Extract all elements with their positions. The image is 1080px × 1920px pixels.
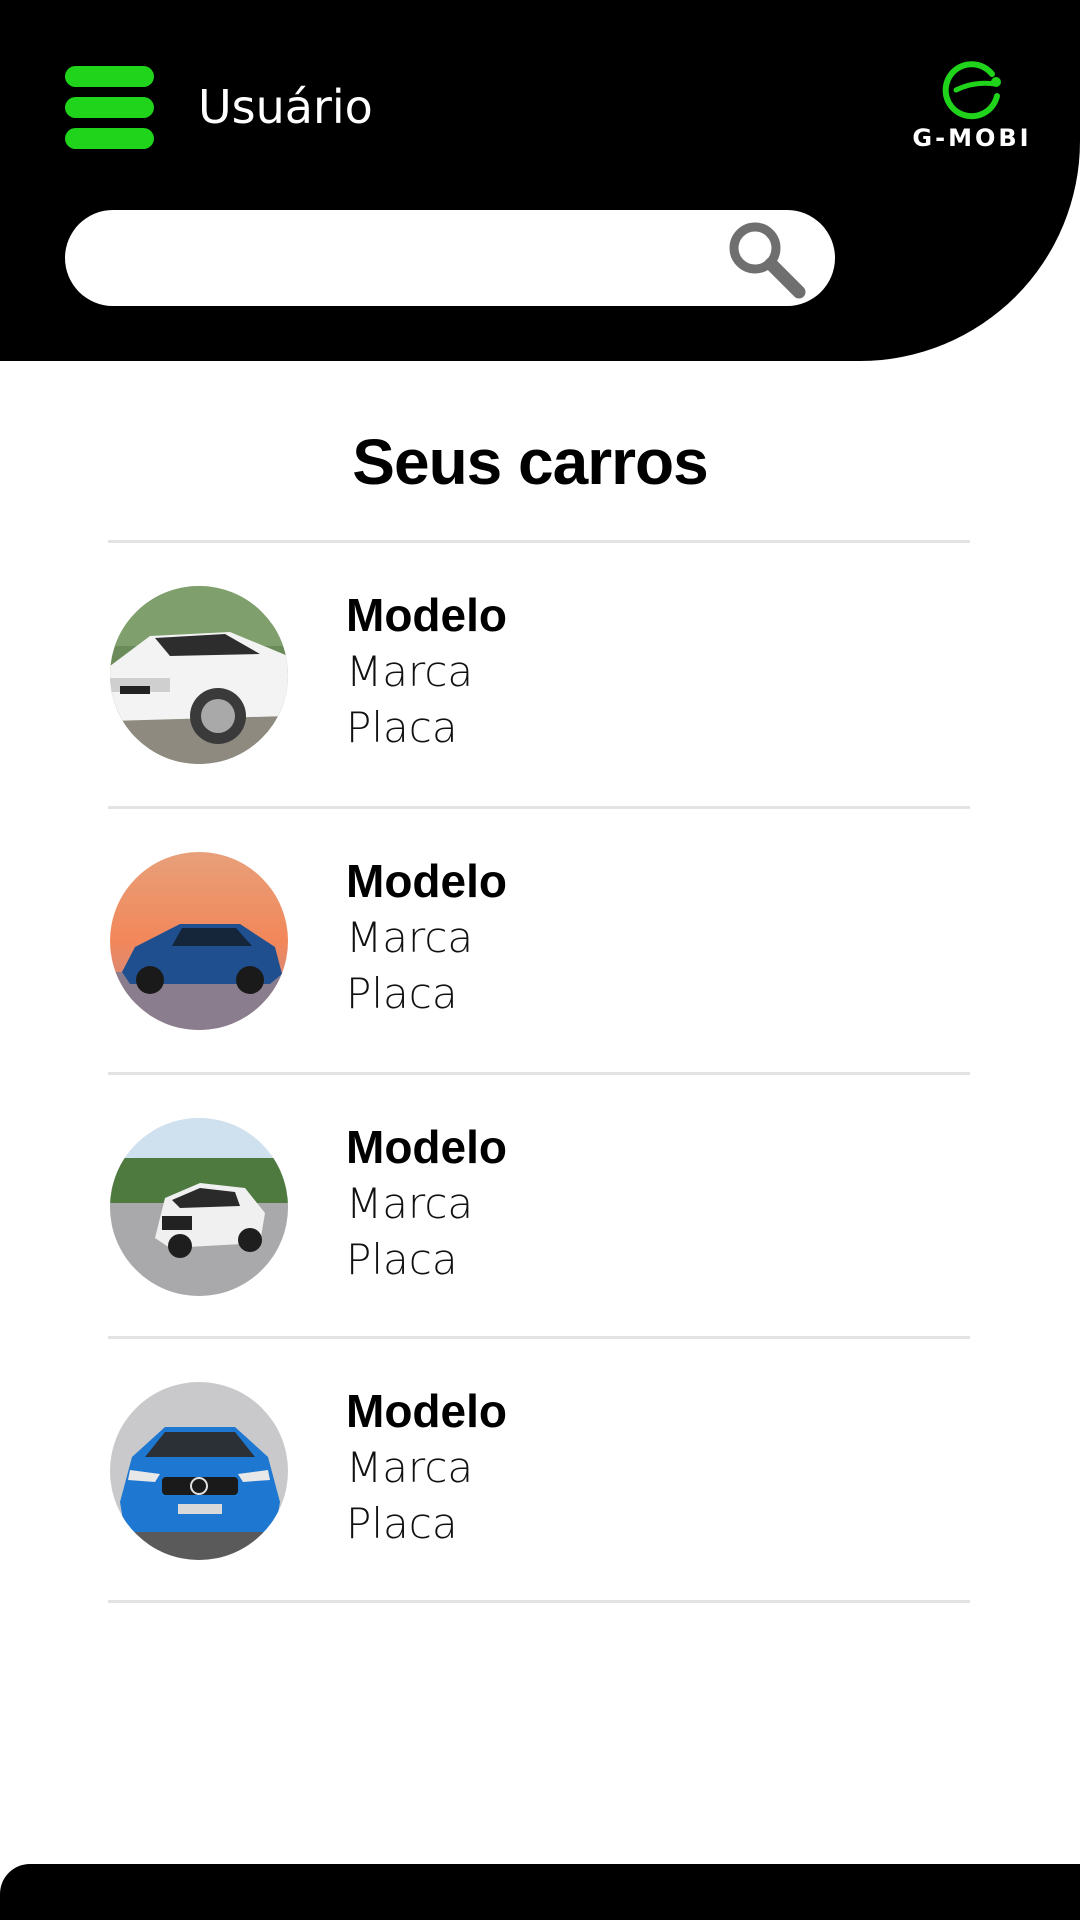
car-plate: Placa <box>346 969 458 1018</box>
car-plate: Placa <box>346 1235 458 1284</box>
search-bar[interactable] <box>65 210 835 306</box>
blue-hatchback-photo <box>110 1382 288 1560</box>
car-brand: Marca <box>346 913 474 962</box>
bottom-bar <box>0 1864 1080 1920</box>
car-brand: Marca <box>346 1443 474 1492</box>
search-input[interactable] <box>105 228 749 290</box>
car-list-item[interactable]: Modelo Marca Placa <box>108 1075 970 1340</box>
car-model: Modelo <box>346 1121 507 1173</box>
car-model: Modelo <box>346 589 507 641</box>
car-model: Modelo <box>346 1385 507 1437</box>
logo-g-icon <box>942 61 1001 120</box>
search-icon[interactable] <box>723 218 809 304</box>
white-suv-road-photo <box>110 1118 288 1296</box>
car-brand: Marca <box>346 1179 474 1228</box>
user-label[interactable]: Usuário <box>198 77 373 137</box>
car-model: Modelo <box>346 855 507 907</box>
app-header: Usuário G-MOBI <box>0 0 1080 361</box>
logo-text: G-MOBI <box>912 124 1032 152</box>
page-title: Seus carros <box>352 426 708 498</box>
blue-coupe-photo <box>110 852 288 1030</box>
car-plate: Placa <box>346 1499 458 1548</box>
hamburger-menu-icon[interactable] <box>65 66 154 149</box>
white-suv-photo <box>110 586 288 764</box>
car-list-item[interactable]: Modelo Marca Placa <box>108 543 970 808</box>
car-list-item[interactable]: Modelo Marca Placa <box>108 809 970 1074</box>
g-mobi-logo: G-MOBI <box>912 60 1032 160</box>
car-plate: Placa <box>346 703 458 752</box>
car-brand: Marca <box>346 647 474 696</box>
car-list-item[interactable]: Modelo Marca Placa <box>108 1339 970 1604</box>
list-divider <box>108 1600 970 1603</box>
